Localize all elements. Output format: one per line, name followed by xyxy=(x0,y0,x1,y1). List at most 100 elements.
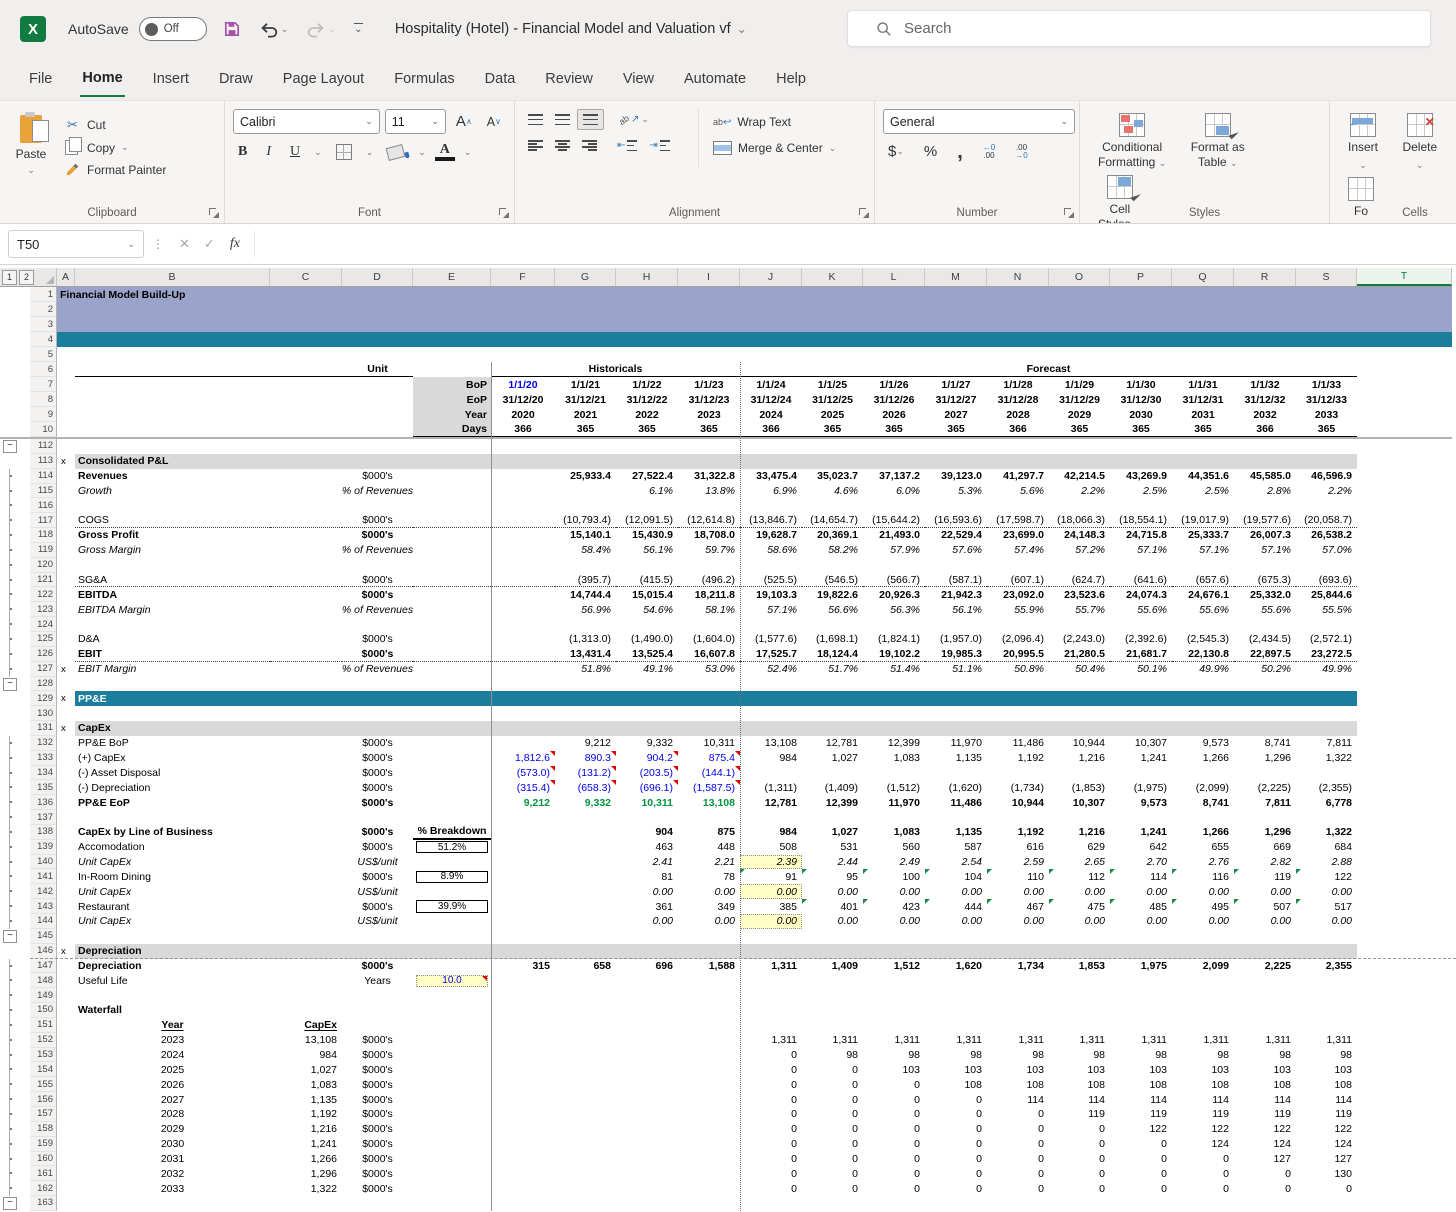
cell-J8[interactable]: 31/12/24 xyxy=(740,392,802,407)
tab-automate[interactable]: Automate xyxy=(669,58,761,100)
cell[interactable] xyxy=(57,422,75,437)
cell-S161[interactable]: 130 xyxy=(1296,1166,1357,1181)
row-header-160[interactable]: 160 xyxy=(30,1152,57,1167)
column-header-S[interactable]: S xyxy=(1296,268,1357,286)
cell-T137[interactable] xyxy=(1357,810,1452,825)
cell-H154[interactable] xyxy=(616,1062,678,1077)
cell-T126[interactable] xyxy=(1357,647,1452,662)
cell-I8[interactable]: 31/12/23 xyxy=(678,392,740,407)
cell-B153[interactable]: 2024 xyxy=(75,1048,270,1063)
cell-E118[interactable] xyxy=(413,528,491,543)
search-box[interactable]: Search xyxy=(847,10,1431,47)
cell-G7[interactable]: 1/1/21 xyxy=(555,377,616,392)
cell-A150[interactable] xyxy=(57,1003,75,1018)
cell-S151[interactable] xyxy=(1296,1018,1357,1033)
cell-K145[interactable] xyxy=(802,929,863,944)
cell-F10[interactable]: 366 xyxy=(491,422,555,437)
cell-N151[interactable] xyxy=(987,1018,1049,1033)
cell-S121[interactable]: (693.6) xyxy=(1296,573,1357,588)
cell-B5[interactable] xyxy=(75,347,270,362)
cell-G147[interactable]: 658 xyxy=(555,959,616,974)
cell-O115[interactable]: 2.2% xyxy=(1049,484,1110,499)
cell-L130[interactable] xyxy=(863,706,925,721)
cell[interactable] xyxy=(342,392,413,407)
cell-T118[interactable] xyxy=(1357,528,1452,543)
cell-B117[interactable]: COGS xyxy=(75,513,270,528)
row-header-142[interactable]: 142 xyxy=(30,884,57,899)
cell-D143[interactable]: $000's xyxy=(342,899,413,914)
cell[interactable] xyxy=(1357,407,1452,422)
cell-B125[interactable]: D&A xyxy=(75,632,270,647)
cell-N163[interactable] xyxy=(987,1196,1049,1211)
cell[interactable] xyxy=(57,377,75,392)
clipboard-dialog-launcher[interactable] xyxy=(208,207,219,218)
cell-H155[interactable] xyxy=(616,1077,678,1092)
cell-A148[interactable] xyxy=(57,973,75,988)
row-header-8[interactable]: 8 xyxy=(30,392,57,407)
row-header-152[interactable]: 152 xyxy=(30,1033,57,1048)
cell-J156[interactable]: 0 xyxy=(740,1092,802,1107)
cell-L115[interactable]: 6.0% xyxy=(863,484,925,499)
cell-Q140[interactable]: 2.76 xyxy=(1172,855,1234,870)
cell-E140[interactable] xyxy=(413,855,491,870)
cell-F128[interactable] xyxy=(491,677,555,692)
cell-D120[interactable] xyxy=(342,558,413,573)
cell-L154[interactable]: 103 xyxy=(863,1062,925,1077)
cell[interactable] xyxy=(75,392,270,407)
cell-G144[interactable] xyxy=(555,914,616,929)
cell-H147[interactable]: 696 xyxy=(616,959,678,974)
cell-H149[interactable] xyxy=(616,988,678,1003)
cell-S136[interactable]: 6,778 xyxy=(1296,795,1357,810)
cell-I128[interactable] xyxy=(678,677,740,692)
cell-K114[interactable]: 35,023.7 xyxy=(802,469,863,484)
cell-E162[interactable] xyxy=(413,1181,491,1196)
cell-S162[interactable]: 0 xyxy=(1296,1181,1357,1196)
cell-G143[interactable] xyxy=(555,899,616,914)
cell-I114[interactable]: 31,322.8 xyxy=(678,469,740,484)
cell-I159[interactable] xyxy=(678,1137,740,1152)
cell-P150[interactable] xyxy=(1110,1003,1172,1018)
cell-K9[interactable]: 2025 xyxy=(802,407,863,422)
format-as-table-button[interactable]: Format asTable ⌄ xyxy=(1181,109,1255,171)
cell-S142[interactable]: 0.00 xyxy=(1296,884,1357,899)
cell-T162[interactable] xyxy=(1357,1181,1452,1196)
column-header-K[interactable]: K xyxy=(802,268,863,286)
cell-F130[interactable] xyxy=(491,706,555,721)
cell-J144[interactable]: 0.00 xyxy=(740,914,802,929)
cell[interactable] xyxy=(57,392,75,407)
cell-L116[interactable] xyxy=(863,498,925,513)
cell-C132[interactable] xyxy=(270,736,342,751)
cell-A131[interactable]: x xyxy=(57,721,75,736)
row-header-1[interactable]: 1 xyxy=(30,287,57,302)
cell-D150[interactable] xyxy=(342,1003,413,1018)
cell-L132[interactable]: 12,399 xyxy=(863,736,925,751)
cell-R144[interactable]: 0.00 xyxy=(1234,914,1296,929)
cell-A144[interactable] xyxy=(57,914,75,929)
cell-B119[interactable]: Gross Margin xyxy=(75,543,270,558)
assumption-box[interactable]: 51.2% xyxy=(416,841,488,854)
cell-J150[interactable] xyxy=(740,1003,802,1018)
cell-L135[interactable]: (1,512) xyxy=(863,780,925,795)
cell-P151[interactable] xyxy=(1110,1018,1172,1033)
cell-N123[interactable]: 55.9% xyxy=(987,602,1049,617)
cell-P126[interactable]: 21,681.7 xyxy=(1110,647,1172,662)
tab-formulas[interactable]: Formulas xyxy=(379,58,469,100)
cell-B150[interactable]: Waterfall xyxy=(75,1003,270,1018)
cell-Q149[interactable] xyxy=(1172,988,1234,1003)
cell-R120[interactable] xyxy=(1234,558,1296,573)
cell-C116[interactable] xyxy=(270,498,342,513)
cell-Q139[interactable]: 655 xyxy=(1172,840,1234,855)
cell-E135[interactable] xyxy=(413,780,491,795)
cell-I148[interactable] xyxy=(678,973,740,988)
cell-R141[interactable]: 119 xyxy=(1234,869,1296,884)
cell-T142[interactable] xyxy=(1357,884,1452,899)
cell-C120[interactable] xyxy=(270,558,342,573)
cell-E155[interactable] xyxy=(413,1077,491,1092)
cell-C141[interactable] xyxy=(270,869,342,884)
cell-T135[interactable] xyxy=(1357,780,1452,795)
cell-J114[interactable]: 33,475.4 xyxy=(740,469,802,484)
cell-B121[interactable]: SG&A xyxy=(75,573,270,588)
cell-M153[interactable]: 98 xyxy=(925,1048,987,1063)
cell-L133[interactable]: 1,083 xyxy=(863,751,925,766)
cell-I139[interactable]: 448 xyxy=(678,840,740,855)
